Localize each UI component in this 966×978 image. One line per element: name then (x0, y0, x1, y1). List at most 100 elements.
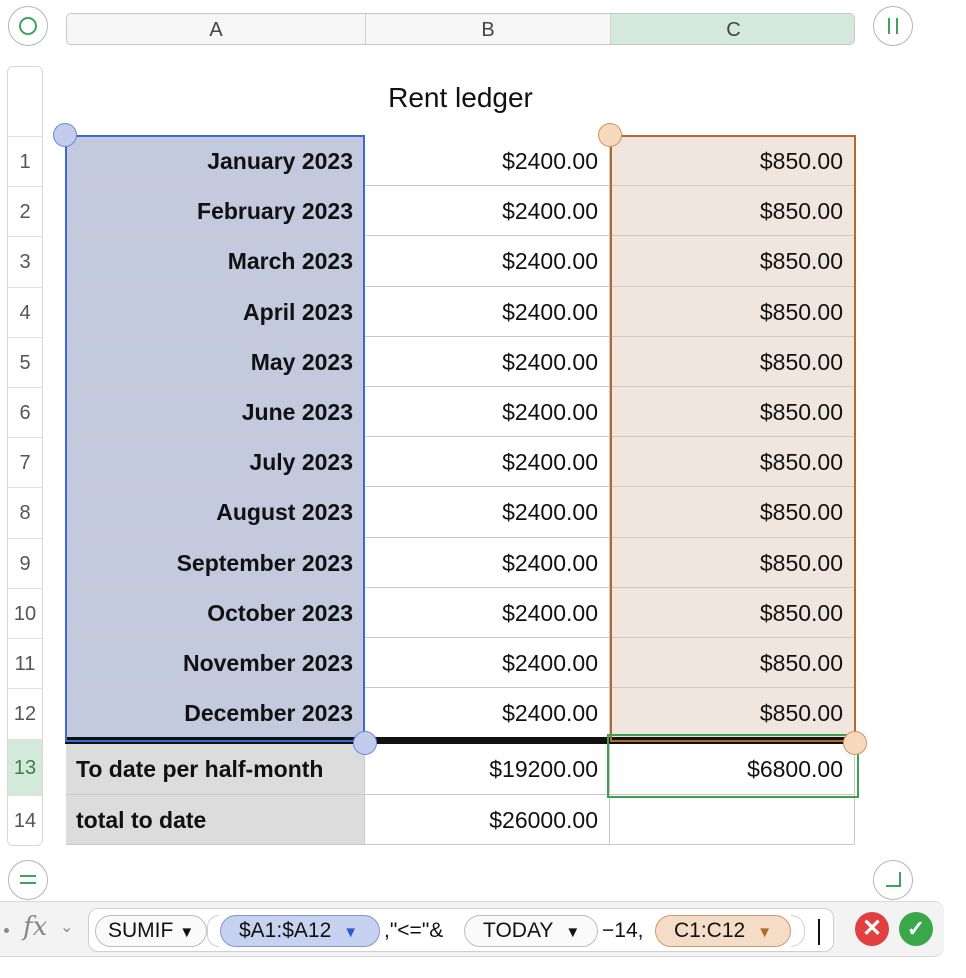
range-handle-bottom[interactable] (843, 731, 867, 755)
column-grip-icon (888, 18, 898, 34)
table-cell-half-month[interactable]: $850.00 (610, 136, 855, 186)
table-resize-handle[interactable] (873, 860, 913, 900)
row-header-13[interactable]: 13 (8, 739, 42, 795)
table-cell-half-month[interactable]: $850.00 (610, 688, 855, 739)
table-cell-rent[interactable]: $2400.00 (365, 487, 610, 538)
range-handle-top[interactable] (598, 123, 622, 147)
row-header-6[interactable]: 6 (8, 387, 42, 437)
checkmark-icon: ✓ (906, 916, 926, 941)
drag-dot-icon (4, 928, 9, 933)
row-header-1[interactable]: 1 (8, 136, 42, 186)
row-header-8[interactable]: 8 (8, 487, 42, 538)
row-header-12[interactable]: 12 (8, 688, 42, 739)
range-handle-top[interactable] (53, 123, 77, 147)
table-cell-rent[interactable]: $2400.00 (365, 387, 610, 437)
token-bracket (207, 915, 219, 947)
reference-label: $A1:$A12 (239, 919, 332, 942)
caret-down-icon: ▼ (757, 924, 773, 941)
formula-input[interactable]: SUMIF ▼ $A1:$A12 ▼ ,"<="& TODAY ▼ −14, C1:C… (88, 908, 834, 952)
chevron-down-icon[interactable]: ⌄ (60, 917, 73, 937)
range-handle-bottom[interactable] (353, 731, 377, 755)
table-cell-month[interactable]: June 2023 (66, 387, 365, 437)
table-select-handle[interactable] (8, 6, 48, 46)
table-cell-month[interactable]: November 2023 (66, 638, 365, 688)
table-cell-rent[interactable]: $2400.00 (365, 588, 610, 638)
table-cell-half-month[interactable]: $850.00 (610, 487, 855, 538)
table-cell-rent[interactable]: $2400.00 (365, 688, 610, 739)
caret-down-icon: ▼ (343, 924, 359, 941)
table-cell-rent[interactable]: $2400.00 (365, 638, 610, 688)
row-grip-icon (20, 875, 36, 884)
reference-label: C1:C12 (674, 919, 746, 942)
table-cell-rent[interactable]: $2400.00 (365, 437, 610, 487)
table-cell-half-month[interactable]: $850.00 (610, 287, 855, 337)
caret-down-icon: ▼ (565, 924, 581, 941)
table-cell-half-month[interactable]: $850.00 (610, 588, 855, 638)
footer-cell-half-month-total[interactable]: $6800.00 (610, 743, 855, 795)
column-header-c[interactable]: C (611, 14, 854, 44)
table-cell-month[interactable]: October 2023 (66, 588, 365, 638)
row-header-14[interactable]: 14 (8, 795, 42, 845)
table-cell-half-month[interactable]: $850.00 (610, 186, 855, 236)
table-cell-month[interactable]: August 2023 (66, 487, 365, 538)
column-resize-handle[interactable] (873, 6, 913, 46)
footer-label-half-month[interactable]: To date per half-month (66, 743, 365, 795)
fx-icon[interactable]: fx (23, 912, 47, 942)
formula-text: −14, (602, 919, 644, 942)
row-header (8, 67, 42, 136)
resize-corner-icon (886, 872, 901, 887)
table-cell-month[interactable]: December 2023 (66, 688, 365, 739)
table-cell-half-month[interactable]: $850.00 (610, 538, 855, 588)
function-token-today[interactable]: TODAY ▼ (464, 915, 598, 947)
row-header-9[interactable]: 9 (8, 538, 42, 588)
table-cell-month[interactable]: April 2023 (66, 287, 365, 337)
function-name: TODAY (483, 919, 554, 942)
table-cell-half-month[interactable]: $850.00 (610, 337, 855, 387)
table-cell-half-month[interactable]: $850.00 (610, 437, 855, 487)
token-bracket (791, 915, 805, 947)
table-cell-month[interactable]: September 2023 (66, 538, 365, 588)
footer-cell-empty[interactable] (610, 795, 855, 845)
row-header-5[interactable]: 5 (8, 337, 42, 387)
close-icon: ✕ (861, 915, 883, 942)
row-header-11[interactable]: 11 (8, 638, 42, 688)
function-token-sumif[interactable]: SUMIF ▼ (95, 915, 207, 947)
table-cell-month[interactable]: February 2023 (66, 186, 365, 236)
table-cell-month[interactable]: January 2023 (66, 136, 365, 186)
table-cell-half-month[interactable]: $850.00 (610, 387, 855, 437)
column-header-a[interactable]: A (67, 14, 366, 44)
table-title[interactable]: Rent ledger (66, 82, 855, 114)
row-header-7[interactable]: 7 (8, 437, 42, 487)
table-cell-rent[interactable]: $2400.00 (365, 538, 610, 588)
table-cell-rent[interactable]: $2400.00 (365, 136, 610, 186)
column-header-bar: A B C (66, 13, 855, 45)
footer-divider (65, 737, 856, 744)
footer-cell-grand-total[interactable]: $26000.00 (365, 795, 610, 845)
reference-token-a[interactable]: $A1:$A12 ▼ (220, 915, 380, 947)
formula-bar: fx ⌄ SUMIF ▼ $A1:$A12 ▼ ,"<="& TODAY ▼ −14,… (0, 901, 944, 957)
table-cell-month[interactable]: March 2023 (66, 236, 365, 287)
accept-formula-button[interactable]: ✓ (899, 912, 933, 946)
row-header-bar: 1 2 3 4 5 6 7 8 9 10 11 12 13 14 (7, 66, 43, 846)
table-cell-month[interactable]: May 2023 (66, 337, 365, 387)
row-header-2[interactable]: 2 (8, 186, 42, 236)
reference-token-c[interactable]: C1:C12 ▼ (655, 915, 791, 947)
table-cell-rent[interactable]: $2400.00 (365, 337, 610, 387)
footer-cell-rent-total[interactable]: $19200.00 (365, 743, 610, 795)
caret-down-icon: ▼ (179, 924, 195, 941)
table-cell-rent[interactable]: $2400.00 (365, 287, 610, 337)
row-header-4[interactable]: 4 (8, 287, 42, 337)
function-name: SUMIF (108, 919, 174, 942)
table-cell-half-month[interactable]: $850.00 (610, 236, 855, 287)
table-cell-half-month[interactable]: $850.00 (610, 638, 855, 688)
row-header-3[interactable]: 3 (8, 236, 42, 287)
footer-label-total[interactable]: total to date (66, 795, 365, 845)
table-cell-month[interactable]: July 2023 (66, 437, 365, 487)
row-header-10[interactable]: 10 (8, 588, 42, 638)
cancel-formula-button[interactable]: ✕ (855, 912, 889, 946)
table-cell-rent[interactable]: $2400.00 (365, 236, 610, 287)
row-resize-handle[interactable] (8, 860, 48, 900)
formula-text: ,"<="& (384, 919, 444, 942)
table-cell-rent[interactable]: $2400.00 (365, 186, 610, 236)
column-header-b[interactable]: B (366, 14, 611, 44)
